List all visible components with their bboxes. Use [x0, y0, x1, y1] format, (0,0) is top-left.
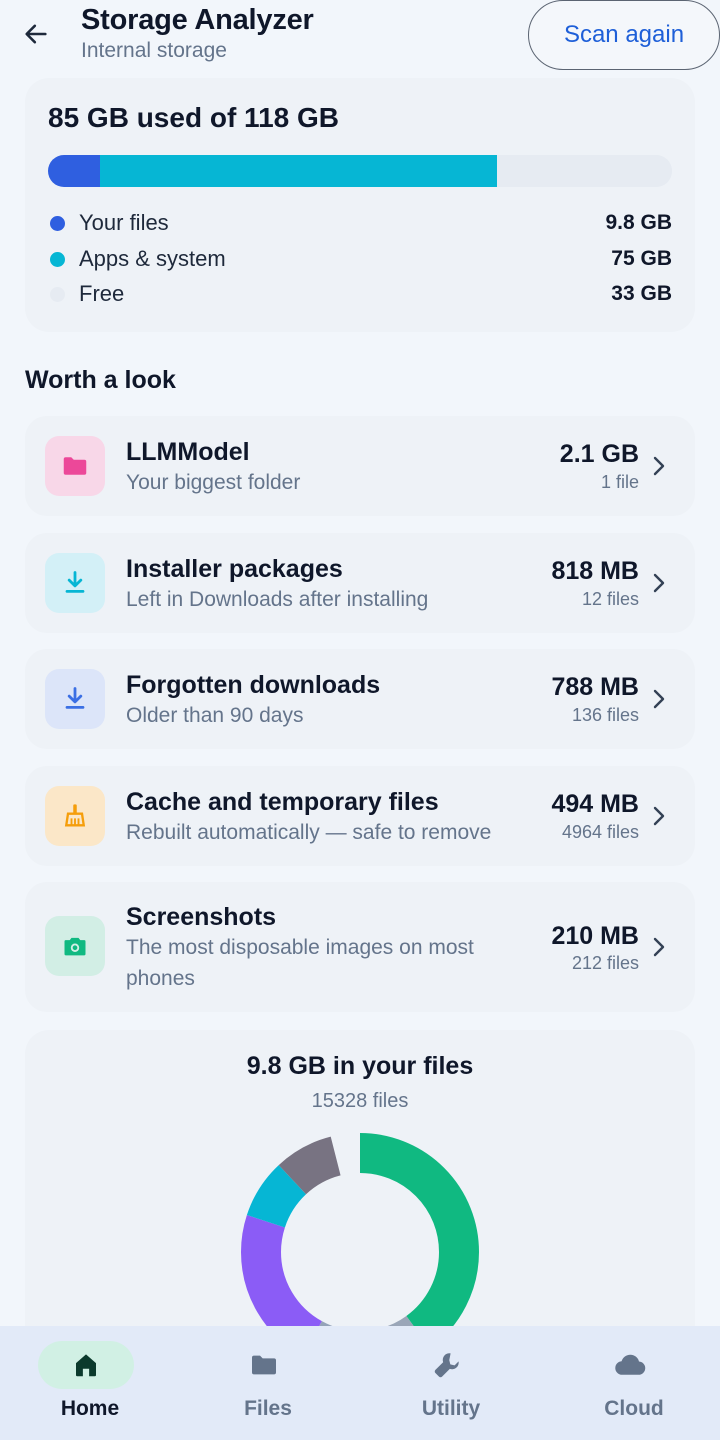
legend-dot: [50, 286, 65, 302]
item-file-count: 136 files: [571, 705, 639, 725]
nav-icon-slot: [582, 1341, 678, 1389]
item-description: Left in Downloads after installing: [126, 588, 429, 611]
usage-bar-your-files: [48, 155, 100, 187]
item-file-count: 1 file: [600, 472, 639, 492]
nav-label: Utility: [421, 1397, 481, 1420]
item-file-count: 212 files: [571, 953, 639, 973]
legend-row-your-files: Your files 9.8 GB: [48, 208, 672, 238]
item-title: Installer packages: [126, 555, 343, 583]
legend-dot: [50, 215, 65, 231]
legend-row-free: Free 33 GB: [48, 279, 672, 309]
item-icon-bg: [45, 669, 105, 729]
chevron-right-icon: [649, 804, 669, 828]
suggestion-card-largest-folder[interactable]: LLMModel Your biggest folder 2.1 GB 1 fi…: [25, 416, 695, 516]
suggestion-card-installer-packages[interactable]: Installer packages Left in Downloads aft…: [25, 533, 695, 633]
nav-label: Home: [60, 1397, 120, 1420]
item-size: 818 MB: [551, 557, 639, 585]
usage-bar-apps-system: [99, 155, 497, 187]
item-icon-bg: [45, 786, 105, 846]
page-title: Storage Analyzer: [81, 4, 314, 36]
nav-icon-slot: [216, 1341, 312, 1389]
app-header: Storage Analyzer Internal storage Scan a…: [0, 0, 720, 72]
nav-utility[interactable]: Utility: [361, 1326, 541, 1440]
bottom-navigation: Home Files Utility Cloud: [0, 1326, 720, 1440]
item-size: 788 MB: [551, 673, 639, 701]
cloud-icon: [615, 1354, 646, 1375]
legend-value: 75 GB: [611, 247, 672, 270]
home-icon: [76, 1354, 96, 1377]
storage-usage-bar: [48, 155, 672, 187]
storage-used-title: 85 GB used of 118 GB: [48, 102, 339, 133]
legend-label: Apps & system: [79, 246, 226, 271]
files-count-subtitle: 15328 files: [311, 1090, 409, 1112]
folder-icon: [252, 1355, 276, 1375]
wrench-icon: [434, 1353, 459, 1378]
section-heading: Worth a look: [25, 366, 176, 394]
item-file-count: 4964 files: [561, 822, 639, 842]
item-size: 2.1 GB: [559, 440, 639, 468]
nav-label: Cloud: [604, 1397, 664, 1420]
item-size: 494 MB: [551, 790, 639, 818]
usage-bar-free: [496, 155, 672, 187]
chevron-right-icon: [649, 687, 669, 711]
arrow-left-icon: [25, 24, 47, 44]
suggestion-card-screenshots[interactable]: Screenshots The most disposable images o…: [25, 882, 695, 1012]
nav-home[interactable]: Home: [0, 1326, 180, 1440]
item-description: The most disposable images on most phone…: [126, 936, 474, 990]
download-icon: [65, 571, 85, 593]
suggestion-card-cache-files[interactable]: Cache and temporary files Rebuilt automa…: [25, 766, 695, 866]
camera-icon: [64, 937, 86, 956]
chevron-right-icon: [649, 454, 669, 478]
item-title: LLMModel: [126, 438, 250, 466]
item-icon-bg: [45, 916, 105, 976]
nav-label: Files: [244, 1397, 292, 1420]
nav-cloud[interactable]: Cloud: [544, 1326, 720, 1440]
item-title: Screenshots: [126, 903, 277, 931]
item-icon-bg: [45, 436, 105, 496]
nav-files[interactable]: Files: [178, 1326, 358, 1440]
legend-dot: [50, 251, 65, 267]
chevron-right-icon: [649, 571, 669, 595]
legend-label: Your files: [79, 210, 169, 235]
suggestion-card-forgotten-downloads[interactable]: Forgotten downloads Older than 90 days 7…: [25, 649, 695, 749]
legend-label: Free: [79, 281, 125, 306]
item-description: Older than 90 days: [126, 704, 304, 727]
legend-row-apps-system: Apps & system 75 GB: [48, 244, 672, 274]
folder-icon: [63, 457, 87, 475]
item-title: Cache and temporary files: [126, 788, 439, 816]
nav-active-indicator: [38, 1341, 134, 1389]
legend-value: 9.8 GB: [605, 211, 672, 234]
item-size: 210 MB: [551, 922, 639, 950]
files-breakdown-card: 9.8 GB in your files 15328 files: [25, 1030, 695, 1371]
files-total-title: 9.8 GB in your files: [246, 1052, 474, 1080]
back-button[interactable]: [14, 14, 58, 54]
nav-icon-slot: [399, 1341, 495, 1389]
page-subtitle: Internal storage: [81, 39, 227, 62]
item-description: Your biggest folder: [126, 471, 301, 494]
item-description: Rebuilt automatically — safe to remove: [126, 821, 492, 844]
chevron-right-icon: [649, 935, 669, 959]
item-icon-bg: [45, 553, 105, 613]
item-file-count: 12 files: [581, 589, 639, 609]
legend-value: 33 GB: [611, 282, 672, 305]
scan-again-button[interactable]: Scan again: [528, 0, 720, 70]
download-icon: [65, 687, 85, 709]
storage-summary-card: 85 GB used of 118 GB Your files 9.8 GB A…: [25, 78, 695, 332]
item-title: Forgotten downloads: [126, 671, 381, 699]
broom-icon: [64, 804, 86, 827]
